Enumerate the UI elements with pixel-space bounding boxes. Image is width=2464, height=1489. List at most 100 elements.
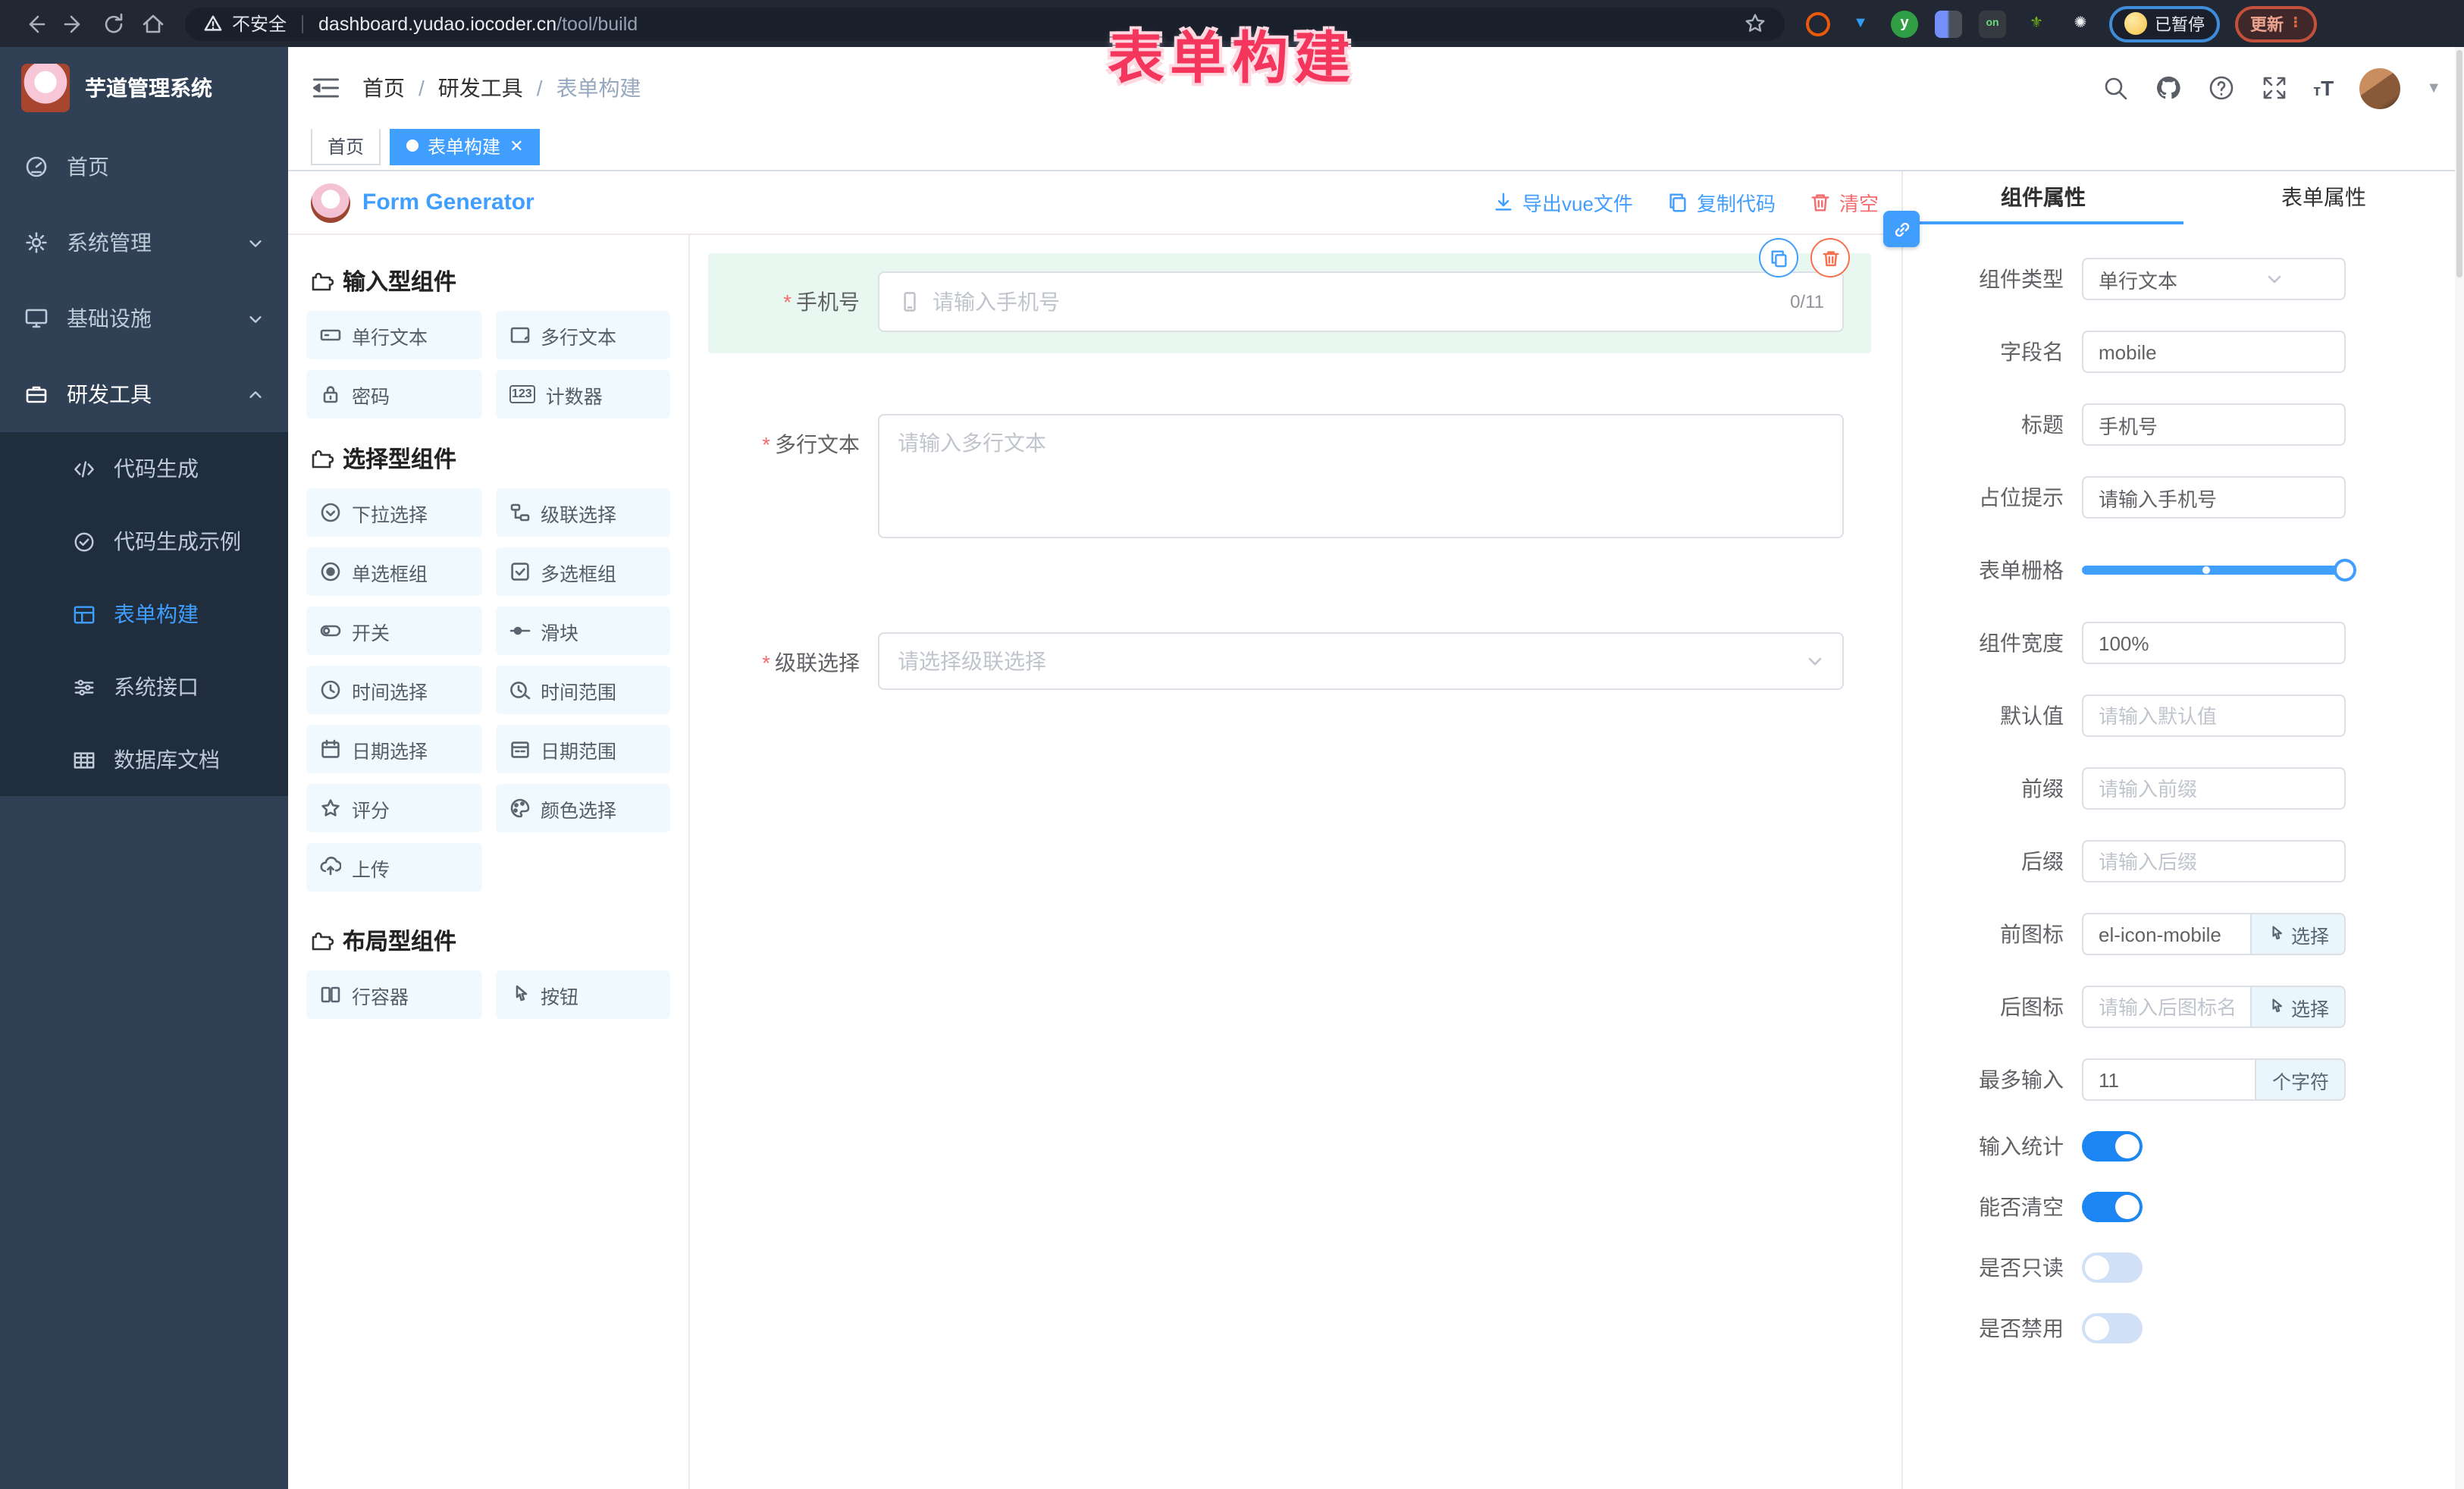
back-icon[interactable] [15,4,55,43]
placeholder-input[interactable] [2082,476,2346,519]
reload-icon[interactable] [94,4,133,43]
palette-item[interactable]: 时间范围 [495,666,670,714]
page-scrollbar[interactable] [2455,47,2464,1489]
bookmark-star-icon[interactable] [1744,12,1766,35]
ext-columns-icon[interactable] [1935,10,1962,37]
disabled-toggle[interactable] [2082,1313,2143,1343]
palette-item[interactable]: 单行文本 [306,311,481,359]
app-logo[interactable]: 芋道管理系统 [0,47,288,129]
palette-item[interactable]: 开关 [306,607,481,655]
suffix-icon-input[interactable] [2082,986,2250,1028]
duplicate-field-button[interactable] [1759,238,1798,277]
clear-button[interactable]: 清空 [1809,188,1879,217]
mobile-input[interactable]: 请输入手机号 0/11 [878,271,1844,332]
tab-form-builder[interactable]: 表单构建 ✕ [390,126,540,165]
search-icon[interactable] [2101,74,2128,102]
home-icon[interactable] [133,4,173,43]
sidebar-item-api[interactable]: 系统接口 [0,650,288,723]
export-vue-button[interactable]: 导出vue文件 [1492,188,1633,217]
palette-item[interactable]: 日期范围 [495,725,670,773]
palette-item[interactable]: 密码 [306,370,481,418]
palette-item[interactable]: 多选框组 [495,547,670,596]
radio-icon [320,561,341,582]
close-tab-icon[interactable]: ✕ [509,136,523,155]
browser-update-button[interactable]: 更新 ⁝ [2235,5,2317,42]
browser-menu-icon[interactable]: ⁝ [2293,20,2302,27]
sidebar-item-infra[interactable]: 基础设施 [0,281,288,356]
title-input[interactable] [2082,403,2346,446]
font-size-icon[interactable]: тT [2313,76,2334,100]
clearable-toggle[interactable] [2082,1192,2143,1222]
palette-item[interactable]: 123计数器 [495,370,670,418]
collapse-sidebar-icon[interactable] [311,73,341,103]
avatar-caret-icon[interactable]: ▼ [2426,80,2441,96]
word-limit-toggle[interactable] [2082,1131,2143,1161]
palette-item[interactable]: 滑块 [495,607,670,655]
delete-field-button[interactable] [1810,238,1850,277]
ext-drop-icon[interactable]: ▼ [1847,10,1874,37]
sidebar-item-codegen-example[interactable]: 代码生成示例 [0,505,288,578]
ext-colorzilla-icon[interactable] [1806,11,1830,36]
sidebar-item-system[interactable]: 系统管理 [0,205,288,281]
palette-item[interactable]: 按钮 [495,970,670,1019]
address-bar[interactable]: 不安全 dashboard.yudao.iocoder.cn/tool/buil… [185,7,1785,40]
form-canvas[interactable]: *手机号 请输入手机号 0/11 [690,235,1901,1489]
generator-title[interactable]: Form Generator [362,190,534,215]
sidebar-item-codegen[interactable]: 代码生成 [0,432,288,505]
ext-flower-icon[interactable]: ✺ [2067,10,2094,37]
profile-paused-badge[interactable]: 已暂停 [2109,5,2220,42]
sidebar-item-home[interactable]: 首页 [0,129,288,205]
url-host[interactable]: dashboard.yudao.iocoder.cn [318,13,556,34]
choose-prefix-icon-button[interactable]: 选择 [2250,913,2346,955]
readonly-toggle[interactable] [2082,1252,2143,1283]
prefix-icon-input[interactable] [2082,913,2250,955]
scrollbar-thumb[interactable] [2456,50,2462,277]
canvas-field-textarea[interactable]: *多行文本 请输入多行文本 [708,396,1871,560]
github-icon[interactable] [2154,74,2181,102]
ext-v2ex-icon[interactable]: y [1891,10,1918,37]
breadcrumb-devtools[interactable]: 研发工具 [438,73,523,103]
field-name-input[interactable] [2082,331,2346,373]
palette-item[interactable]: 时间选择 [306,666,481,714]
user-avatar[interactable] [2359,67,2400,108]
palette-item[interactable]: 下拉选择 [306,488,481,537]
max-input-field[interactable] [2082,1058,2256,1101]
forward-icon[interactable] [55,4,94,43]
choose-suffix-icon-button[interactable]: 选择 [2250,986,2346,1028]
security-label[interactable]: 不安全 [232,11,287,36]
prefix-input[interactable] [2082,767,2346,810]
sidebar-item-db-doc[interactable]: 数据库文档 [0,723,288,796]
palette-item[interactable]: 日期选择 [306,725,481,773]
palette-item[interactable]: 单选框组 [306,547,481,596]
ext-grammar-icon[interactable]: ⚜ [2023,10,2050,37]
breadcrumb-home[interactable]: 首页 [362,73,405,103]
cascader-select[interactable]: 请选择级联选择 [878,632,1844,690]
sidebar-item-form-builder[interactable]: 表单构建 [0,578,288,650]
help-icon[interactable] [2207,74,2234,102]
palette-item[interactable]: 行容器 [306,970,481,1019]
palette-item[interactable]: 评分 [306,784,481,832]
tab-component-props[interactable]: 组件属性 [1903,171,2183,221]
component-width-input[interactable] [2082,622,2346,664]
ext-switchyomega-icon[interactable]: on [1979,10,2006,37]
form-grid-slider[interactable] [2082,549,2346,591]
palette-item[interactable]: 上传 [306,843,481,892]
tab-home[interactable]: 首页 [311,126,381,165]
palette-item[interactable]: 级联选择 [495,488,670,537]
suffix-input[interactable] [2082,840,2346,882]
sidebar-item-devtools[interactable]: 研发工具 [0,356,288,432]
fullscreen-icon[interactable] [2260,74,2287,102]
address-divider [302,14,303,33]
tab-form-props[interactable]: 表单属性 [2183,171,2464,221]
slider-handle[interactable] [2334,559,2356,581]
textarea-input[interactable]: 请输入多行文本 [878,414,1844,538]
update-label: 更新 [2250,11,2284,36]
palette-item[interactable]: 颜色选择 [495,784,670,832]
canvas-field-mobile[interactable]: *手机号 请输入手机号 0/11 [708,253,1871,353]
default-value-input[interactable] [2082,694,2346,737]
copy-code-button[interactable]: 复制代码 [1666,188,1776,217]
canvas-field-cascader[interactable]: *级联选择 请选择级联选择 [708,614,1871,711]
palette-item[interactable]: 多行文本 [495,311,670,359]
properties-panel: 组件属性 表单属性 组件类型 单行文本 字段名 [1901,171,2464,1489]
component-type-select[interactable]: 单行文本 [2082,258,2346,300]
